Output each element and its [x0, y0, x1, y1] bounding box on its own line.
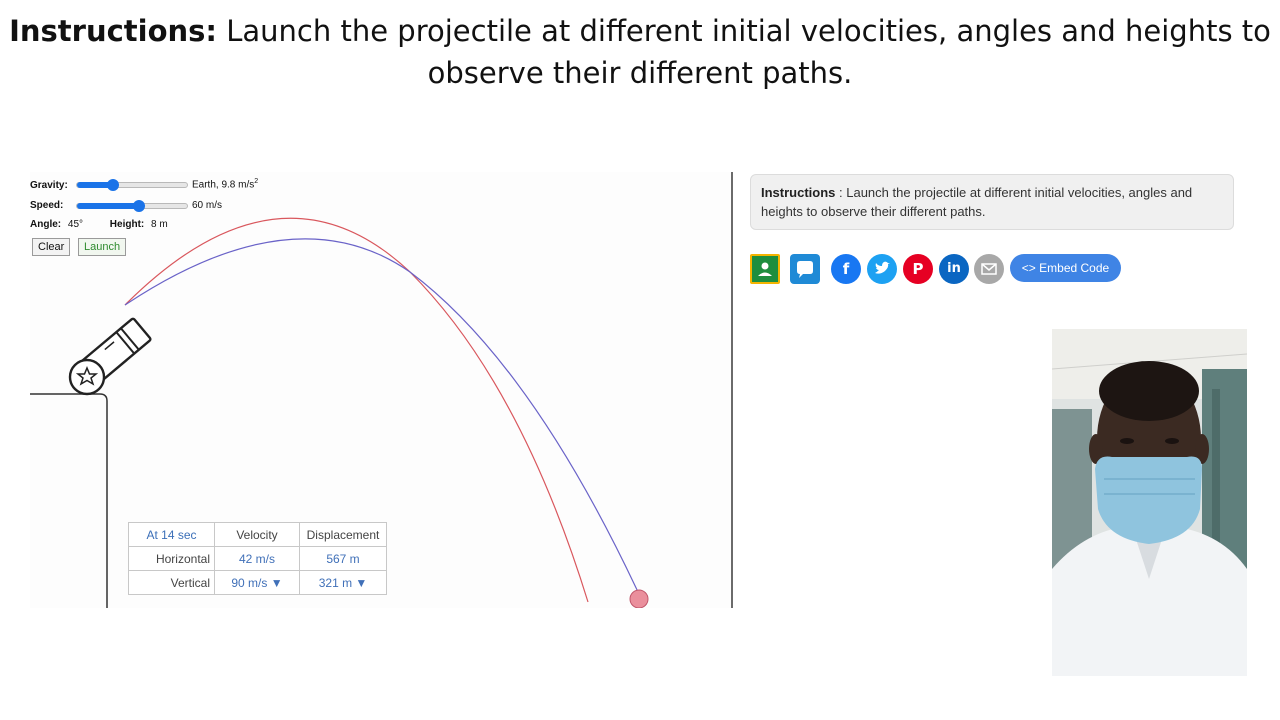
- angle-height-row: Angle: 45° Height: 8 m: [30, 219, 168, 230]
- panel-divider: [731, 172, 733, 608]
- gravity-value-text: Earth, 9.8 m/s: [192, 179, 255, 191]
- speed-label: Speed:: [30, 200, 64, 211]
- twitter-icon[interactable]: [867, 254, 897, 284]
- clear-button[interactable]: Clear: [32, 238, 71, 256]
- displacement-header: Displacement: [299, 522, 387, 547]
- speed-slider-fill: [77, 203, 139, 209]
- speed-slider[interactable]: [76, 200, 188, 212]
- facebook-icon[interactable]: f: [831, 254, 861, 284]
- displacement-cell: 567 m: [299, 546, 387, 571]
- velocity-header: Velocity: [214, 522, 300, 547]
- angle-value[interactable]: 45°: [68, 219, 83, 230]
- row-label: Horizontal: [128, 546, 215, 571]
- chat-icon[interactable]: [790, 254, 820, 284]
- speed-control: Speed:: [30, 200, 63, 211]
- page-headline: Instructions: Launch the projectile at d…: [0, 10, 1280, 94]
- email-icon[interactable]: [974, 254, 1004, 284]
- instructions-box: Instructions : Launch the projectile at …: [750, 174, 1234, 230]
- table-header-row: At 14 sec Velocity Displacement: [128, 522, 387, 547]
- gravity-value: Earth, 9.8 m/s2: [192, 178, 258, 190]
- code-brackets-icon: <>: [1021, 261, 1036, 275]
- gravity-slider[interactable]: [76, 179, 188, 191]
- height-label: Height:: [109, 219, 145, 230]
- height-value[interactable]: 8 m: [151, 219, 168, 230]
- gravity-control: Gravity:: [30, 180, 68, 191]
- gravity-label: Gravity:: [30, 180, 68, 191]
- presenter-image: [1052, 329, 1247, 676]
- motion-data-table: At 14 sec Velocity Displacement Horizont…: [128, 522, 387, 595]
- linkedin-icon[interactable]: in: [939, 254, 969, 284]
- cannon-icon[interactable]: [64, 317, 152, 397]
- velocity-cell: 42 m/s: [214, 546, 300, 571]
- headline-bold: Instructions:: [9, 14, 218, 48]
- pinterest-icon[interactable]: P: [903, 254, 933, 284]
- speed-slider-knob[interactable]: [133, 200, 145, 212]
- webcam-video: [1052, 329, 1247, 676]
- simulation-panel[interactable]: Gravity: Earth, 9.8 m/s2 Speed: 60 m/s A…: [30, 172, 732, 608]
- embed-code-button[interactable]: <> Embed Code: [1010, 254, 1121, 282]
- speed-value: 60 m/s: [192, 200, 223, 211]
- gravity-slider-knob[interactable]: [107, 179, 119, 191]
- launch-button[interactable]: Launch: [78, 238, 127, 256]
- headline-text: Launch the projectile at different initi…: [217, 14, 1271, 90]
- displacement-cell: 321 m ▼: [299, 570, 387, 595]
- row-label: Vertical: [128, 570, 215, 595]
- google-classroom-icon[interactable]: [750, 254, 780, 284]
- instructions-box-bold: Instructions: [761, 185, 836, 200]
- embed-code-label: Embed Code: [1039, 261, 1110, 275]
- velocity-cell: 90 m/s ▼: [214, 570, 300, 595]
- gravity-value-sup: 2: [254, 178, 259, 185]
- table-row: Horizontal 42 m/s 567 m: [128, 546, 387, 571]
- table-row: Vertical 90 m/s ▼ 321 m ▼: [128, 570, 387, 595]
- table-corner-cell[interactable]: At 14 sec: [128, 522, 215, 547]
- cliff-edge: [30, 393, 108, 608]
- projectile-ball: [629, 589, 649, 608]
- angle-label: Angle:: [30, 219, 62, 230]
